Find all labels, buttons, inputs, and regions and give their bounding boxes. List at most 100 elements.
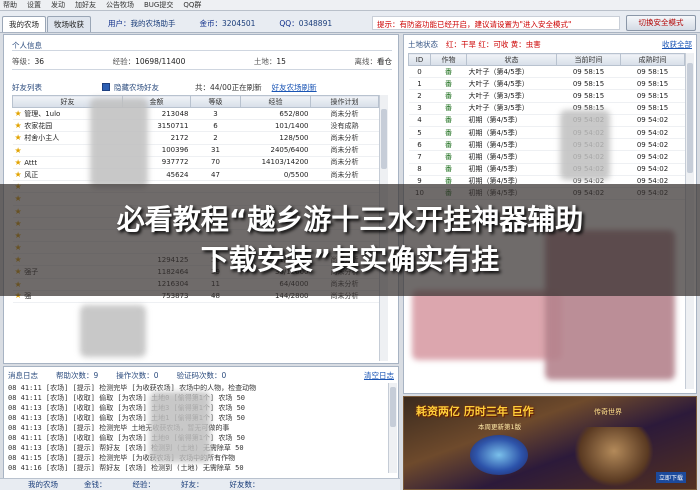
plot-crop: 番	[430, 163, 467, 176]
player-stats: 等级：36 经验：10698/11400 土地：15 离线：看仓	[12, 56, 392, 67]
friend-name: Attt	[24, 158, 38, 167]
log-header: 消息日志 帮助次数：9 操作次数：0 验证码次数：0 清空日志	[8, 370, 394, 381]
main-tabs: 我的农场 牧场收获	[2, 16, 92, 32]
friend-row[interactable]: ★ Attt 937772 70 14103/14200 尚未分析	[12, 156, 379, 169]
plot-status: 初期（第4/5季）	[466, 114, 557, 127]
menu-item[interactable]: 发动	[51, 0, 65, 10]
plot-row[interactable]: 0 番大叶子（第4/5季） 09 58:15 09 58:15	[408, 65, 685, 79]
ad-download-button[interactable]: 立即下载	[655, 472, 686, 483]
menu-item[interactable]: BUG提交	[144, 0, 173, 10]
plot-crop: 番	[430, 102, 467, 115]
column-header[interactable]: ID	[408, 53, 431, 66]
plot-ripe-time: 09 54:02	[620, 138, 685, 152]
plot-row[interactable]: 5番初期（第4/5季）09 54:0209 54:02	[408, 126, 685, 140]
status-item: 好友数：	[229, 480, 260, 489]
menu-item[interactable]: 设置	[27, 0, 41, 10]
friend-level: 6	[190, 119, 241, 133]
blur-patch	[412, 290, 562, 360]
menu-item[interactable]: 公告牧场	[106, 0, 134, 10]
clear-log-link[interactable]: 清空日志	[364, 370, 394, 381]
status-item: 经验：	[132, 480, 156, 489]
log-tab[interactable]: 操作次数：0	[116, 370, 158, 381]
blur-patch	[90, 98, 148, 188]
friend-row[interactable]: ★ 管理、1ulo 213048 3 652/800 尚未分析	[12, 107, 379, 121]
tab-ranch[interactable]: 牧场收获	[47, 16, 91, 32]
plot-row[interactable]: 2 番大叶子（第3/5季） 09 58:15 09 58:15	[408, 89, 685, 103]
star-icon: ★	[14, 157, 25, 167]
plot-row[interactable]: 3 番大叶子（第3/5季） 09 58:15 09 58:15	[408, 102, 685, 115]
plot-crop: 番	[430, 89, 467, 103]
plot-ripe-time: 09 54:02	[620, 114, 685, 127]
menu-item[interactable]: 加好友	[75, 0, 96, 10]
ad-title: 耗资两亿 历时三年 巨作	[416, 405, 534, 418]
friend-exp: 14103/14200	[240, 156, 311, 169]
column-header[interactable]: 等级	[190, 95, 241, 108]
plot-crop: 番	[430, 77, 467, 91]
column-header[interactable]: 作物	[430, 53, 467, 66]
menu-item[interactable]: QQ群	[183, 0, 201, 10]
plot-id: 3	[408, 102, 431, 115]
plot-row[interactable]: 1 番大叶子（第4/5季） 09 58:15 09 58:15	[408, 77, 685, 91]
column-header[interactable]: 当前时间	[556, 53, 621, 66]
friend-action: 尚未分析	[310, 131, 379, 145]
plot-id: 1	[408, 77, 431, 91]
plot-row[interactable]: 7番初期（第4/5季）09 54:0209 54:02	[408, 150, 685, 164]
refresh-link[interactable]: 好友农场刷新	[272, 82, 317, 93]
balance-info: 金币：3204501	[199, 19, 256, 28]
plot-crop: 番	[430, 126, 467, 140]
column-header[interactable]: 成熟时间	[620, 53, 685, 66]
log-tab[interactable]: 帮助次数：9	[56, 370, 98, 381]
title-overlay: 必看教程“越乡游十三水开挂神器辅助 下载安装”其实确实有挂	[0, 184, 700, 296]
friend-exp: 101/1400	[240, 119, 311, 133]
hide-farm-checkbox[interactable]	[102, 83, 110, 91]
friend-row[interactable]: ★ 农家花园 3150711 6 101/1400 没有成熟	[12, 119, 379, 133]
friend-row[interactable]: ★ 村舍小主人 2172 2 128/500 尚未分析	[12, 131, 379, 145]
friend-list-title: 好友列表	[12, 82, 42, 92]
ad-game-name: 传奇世界	[594, 408, 622, 416]
friend-count: 共：44/00正在刷新	[195, 82, 262, 92]
friend-row[interactable]: ★ 风正 45624 47 0/5500 尚未分析	[12, 168, 379, 182]
exp-stat: 经验：10698/11400	[112, 57, 186, 66]
status-bar: 我的农场 金钱： 经验： 好友： 好友数：	[0, 478, 400, 490]
friend-action: 尚未分析	[310, 107, 379, 121]
column-header[interactable]: 经验	[240, 95, 311, 108]
land-legend: 红：干旱 红：可收 黄：虫害	[446, 40, 541, 49]
tab-my-farm[interactable]: 我的农场	[2, 16, 46, 32]
log-scrollbar[interactable]	[388, 383, 397, 473]
land-title: 土地状态	[408, 40, 438, 49]
column-header[interactable]: 状态	[466, 53, 557, 66]
star-icon: ★	[14, 145, 22, 155]
log-tab[interactable]: 验证码次数：0	[177, 370, 227, 381]
plot-current-time: 09 58:15	[556, 77, 621, 91]
user-name: 我的农场助手	[130, 19, 176, 28]
plot-status: 大叶子（第4/5季）	[466, 77, 557, 91]
friend-action: 尚未分析	[310, 144, 379, 157]
plot-status: 初期（第4/5季）	[466, 163, 557, 176]
friend-exp: 652/800	[240, 107, 311, 121]
plot-id: 4	[408, 114, 431, 127]
ad-banner[interactable]: 耗资两亿 历时三年 巨作 本周更新第1版 传奇世界 立即下载	[403, 396, 697, 490]
friend-row[interactable]: ★ 100396 31 2405/6400 尚未分析	[12, 144, 379, 157]
plot-id: 0	[408, 65, 431, 79]
land-stat: 土地：15	[253, 57, 286, 66]
status-item: 我的农场	[28, 480, 58, 489]
plot-row[interactable]: 6番初期（第4/5季）09 54:0209 54:02	[408, 138, 685, 152]
plot-id: 5	[408, 126, 431, 140]
plot-id: 8	[408, 163, 431, 176]
safe-mode-button[interactable]: 切换安全模式	[626, 15, 696, 31]
friend-level: 31	[190, 144, 241, 157]
qq-info: QQ：0348891	[279, 19, 333, 28]
plot-row[interactable]: 8番初期（第4/5季）09 54:0209 54:02	[408, 163, 685, 176]
plot-ripe-time: 09 58:15	[620, 77, 685, 91]
friend-action: 尚未分析	[310, 168, 379, 182]
plot-ripe-time: 09 54:02	[620, 150, 685, 164]
plot-row[interactable]: 4番初期（第4/5季）09 54:0209 54:02	[408, 114, 685, 127]
log-tab[interactable]: 消息日志	[8, 370, 38, 381]
plot-ripe-time: 09 54:02	[620, 126, 685, 140]
column-header[interactable]: 操作计划	[310, 95, 379, 108]
friend-name: 风正	[24, 170, 39, 179]
harvest-all-link[interactable]: 收获全部	[662, 39, 692, 50]
plot-ripe-time: 09 58:15	[620, 65, 685, 79]
ad-subtitle: 本周更新第1版	[478, 423, 522, 431]
menu-item[interactable]: 帮助	[3, 0, 17, 10]
